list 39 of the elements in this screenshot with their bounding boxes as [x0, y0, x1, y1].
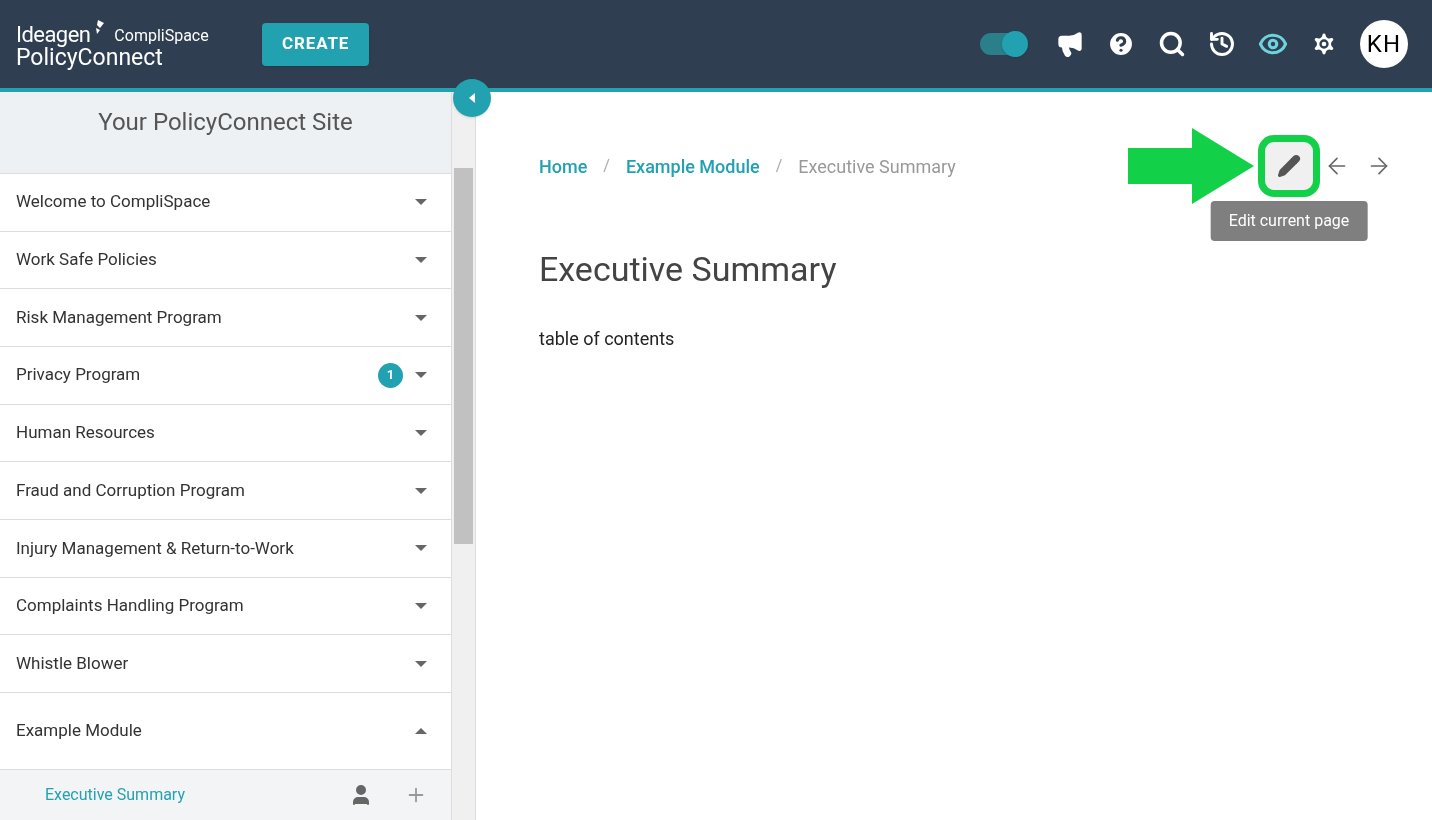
logo-text: Ideagen — [16, 23, 91, 46]
breadcrumb-separator: / — [603, 155, 610, 177]
caret-down-icon[interactable] — [415, 602, 427, 609]
breadcrumb-separator: / — [775, 155, 783, 177]
logo-subtext: CompliSpace — [114, 27, 209, 44]
tooltip: Edit current page — [1210, 201, 1368, 241]
caret-left-icon — [469, 93, 475, 103]
caret-down-icon[interactable] — [415, 256, 427, 263]
sidebar-item[interactable]: Privacy Program 1 — [0, 346, 451, 405]
caret-down-icon[interactable] — [415, 199, 427, 206]
logo-mark-icon — [94, 19, 107, 34]
caret-down-icon[interactable] — [415, 660, 427, 667]
sidebar-item[interactable]: Complaints Handling Program — [0, 577, 451, 636]
search-icon[interactable] — [1158, 30, 1186, 58]
toggle-switch[interactable] — [980, 33, 1026, 55]
caret-down-icon[interactable] — [415, 487, 427, 494]
pencil-icon — [1277, 154, 1301, 178]
caret-down-icon[interactable] — [415, 372, 427, 379]
user-avatar[interactable]: KH — [1360, 20, 1408, 68]
caret-down-icon[interactable] — [415, 545, 427, 552]
sidebar-item[interactable]: Fraud and Corruption Program — [0, 462, 451, 520]
page-body-text: table of contents — [539, 327, 676, 351]
sidebar-title: Your PolicyConnect Site — [98, 107, 353, 138]
caret-down-icon[interactable] — [415, 429, 427, 436]
sidebar-item[interactable]: Whistle Blower — [0, 635, 451, 693]
sidebar-item[interactable]: Risk Management Program — [0, 289, 451, 347]
sidebar-item[interactable]: Welcome to CompliSpace — [0, 173, 451, 232]
sidebar-item[interactable]: Human Resources — [0, 404, 451, 463]
megaphone-icon[interactable] — [1056, 30, 1084, 58]
page-title: Executive Summary — [539, 248, 838, 291]
caret-up-icon[interactable] — [415, 728, 427, 734]
sidebar-item[interactable]: Work Safe Policies — [0, 231, 451, 290]
breadcrumb-current: Executive Summary — [798, 154, 956, 179]
scrollbar-thumb[interactable] — [454, 168, 473, 544]
sidebar-item[interactable]: Injury Management & Return-to-Work — [0, 519, 451, 578]
history-icon[interactable] — [1208, 30, 1236, 58]
count-badge: 1 — [378, 362, 403, 388]
edit-button[interactable] — [1258, 135, 1320, 197]
caret-down-icon[interactable] — [415, 314, 427, 321]
